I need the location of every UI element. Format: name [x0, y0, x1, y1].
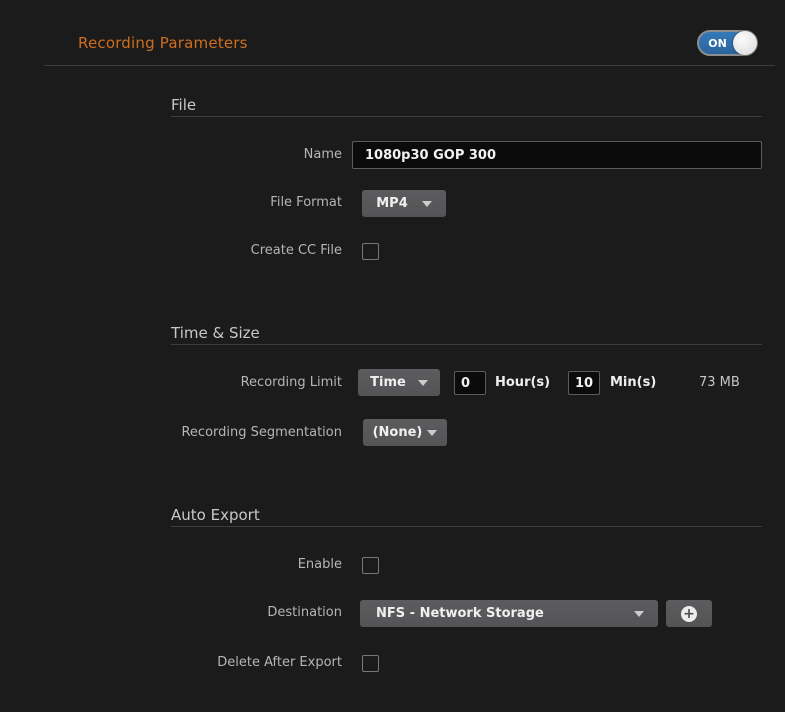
- file-section-divider: [171, 116, 762, 117]
- recording-limit-type-value: Time: [370, 375, 406, 390]
- destination-value: NFS - Network Storage: [376, 606, 544, 621]
- name-label: Name: [0, 147, 342, 163]
- recording-limit-type-dropdown[interactable]: Time: [358, 369, 440, 396]
- file-format-value: MP4: [376, 196, 408, 211]
- recording-segmentation-label: Recording Segmentation: [0, 425, 342, 441]
- file-format-label: File Format: [0, 195, 342, 211]
- chevron-down-icon: [427, 430, 437, 436]
- hours-input[interactable]: [454, 371, 486, 395]
- section-heading-file: File: [171, 96, 196, 114]
- chevron-down-icon: [634, 611, 644, 617]
- hours-unit-label: Hour(s): [495, 375, 550, 391]
- chevron-down-icon: [422, 201, 432, 207]
- recording-parameters-panel: Recording Parameters ON File Name File F…: [0, 0, 785, 712]
- recording-segmentation-dropdown[interactable]: (None): [363, 419, 447, 446]
- toggle-on-label: ON: [699, 32, 736, 54]
- plus-circle-icon: +: [681, 606, 697, 622]
- destination-label: Destination: [0, 605, 342, 621]
- enable-label: Enable: [0, 557, 342, 573]
- time-size-section-divider: [171, 344, 762, 345]
- estimated-size-text: 73 MB: [699, 375, 740, 391]
- name-input[interactable]: [352, 141, 762, 169]
- recording-parameters-toggle[interactable]: ON: [697, 30, 758, 56]
- destination-dropdown[interactable]: NFS - Network Storage: [360, 600, 658, 627]
- minutes-unit-label: Min(s): [610, 375, 656, 391]
- create-cc-file-checkbox[interactable]: [362, 243, 379, 260]
- header-divider: [44, 65, 775, 66]
- create-cc-file-label: Create CC File: [0, 243, 342, 259]
- page-title: Recording Parameters: [78, 34, 248, 52]
- delete-after-export-label: Delete After Export: [0, 655, 342, 671]
- add-destination-button[interactable]: +: [666, 600, 712, 627]
- chevron-down-icon: [418, 380, 428, 386]
- section-heading-time-size: Time & Size: [171, 324, 260, 342]
- minutes-input[interactable]: [568, 371, 600, 395]
- delete-after-export-checkbox[interactable]: [362, 655, 379, 672]
- recording-limit-label: Recording Limit: [0, 375, 342, 391]
- auto-export-section-divider: [171, 526, 762, 527]
- section-heading-auto-export: Auto Export: [171, 506, 260, 524]
- toggle-knob[interactable]: [733, 31, 757, 55]
- enable-auto-export-checkbox[interactable]: [362, 557, 379, 574]
- recording-segmentation-value: (None): [373, 425, 423, 440]
- file-format-dropdown[interactable]: MP4: [362, 190, 446, 217]
